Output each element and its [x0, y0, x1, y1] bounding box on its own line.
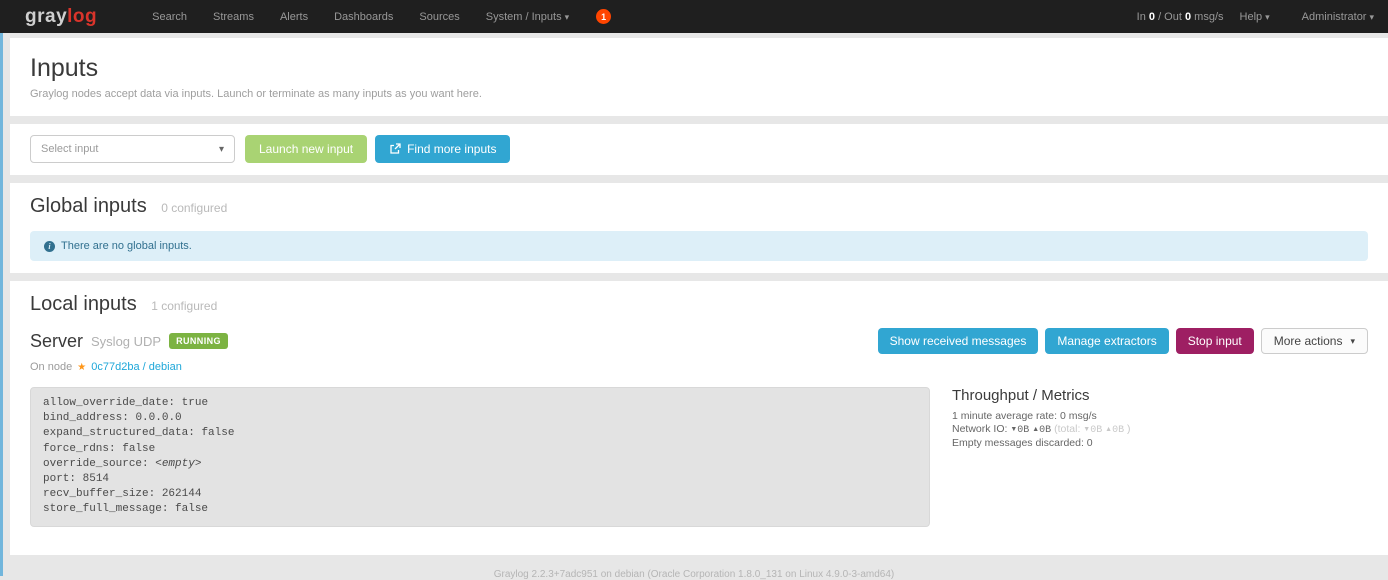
config-line: recv_buffer_size: 262144 [43, 487, 917, 502]
input-name: Server [30, 331, 83, 352]
star-icon: ★ [77, 362, 86, 373]
logo-text-log: log [67, 6, 97, 27]
more-actions-button[interactable]: More actions▾ [1261, 328, 1368, 354]
alert-text: There are no global inputs. [61, 240, 192, 252]
find-more-inputs-button[interactable]: Find more inputs [375, 135, 510, 163]
chevron-down-icon: ▾ [565, 12, 570, 22]
find-more-inputs-label: Find more inputs [407, 142, 496, 156]
nav-item-dashboards[interactable]: Dashboards [321, 11, 406, 23]
page-description: Graylog nodes accept data via inputs. La… [30, 88, 1368, 100]
top-navbar: graylog Search Streams Alerts Dashboards… [0, 0, 1388, 33]
nav-item-help[interactable]: Help▾ [1224, 11, 1286, 23]
input-type: Syslog UDP [91, 334, 161, 349]
total-down-value: 0B [1090, 425, 1102, 436]
input-launcher-card: Select input ▾ Launch new input Find mor… [10, 124, 1388, 175]
local-inputs-count: 1 configured [151, 299, 217, 313]
page-title: Inputs [30, 54, 1368, 83]
no-global-inputs-alert: i There are no global inputs. [30, 231, 1368, 261]
show-received-messages-button[interactable]: Show received messages [878, 328, 1039, 354]
content-area: Inputs Graylog nodes accept data via inp… [0, 38, 1388, 555]
chevron-down-icon: ▾ [1369, 12, 1374, 22]
network-up-value: 0B [1039, 425, 1051, 436]
page-header-card: Inputs Graylog nodes accept data via inp… [10, 38, 1388, 116]
manage-extractors-button[interactable]: Manage extractors [1045, 328, 1168, 354]
select-input-dropdown[interactable]: Select input ▾ [30, 135, 235, 163]
metric-average-rate: 1 minute average rate: 0 msg/s [952, 410, 1131, 423]
global-inputs-count: 0 configured [161, 201, 227, 215]
network-down-value: 0B [1017, 425, 1029, 436]
status-badge: RUNNING [169, 333, 228, 349]
config-line: expand_structured_data: false [43, 426, 917, 441]
left-edge-stripe [0, 33, 3, 576]
nav-menu: Search Streams Alerts Dashboards Sources… [139, 11, 582, 23]
input-action-buttons: Show received messages Manage extractors… [878, 328, 1368, 354]
launch-new-input-button[interactable]: Launch new input [245, 135, 367, 163]
config-line: override_source: <empty> [43, 457, 917, 472]
nav-item-search[interactable]: Search [139, 11, 200, 23]
input-row-header: Server Syslog UDP RUNNING Show received … [30, 328, 1368, 354]
input-details-row: allow_override_date: true bind_address: … [30, 387, 1368, 527]
logo-text-gray: gray [25, 6, 67, 27]
chevron-down-icon: ▾ [219, 144, 224, 155]
notification-badge[interactable]: 1 [596, 9, 611, 24]
config-line: store_full_message: false [43, 502, 917, 517]
nav-item-system-inputs[interactable]: System / Inputs▾ [473, 11, 582, 23]
select-input-placeholder: Select input [41, 143, 98, 155]
config-line: allow_override_date: true [43, 396, 917, 411]
local-inputs-title: Local inputs [30, 293, 137, 315]
info-icon: i [44, 241, 55, 252]
version-info: Graylog 2.2.3+7adc951 on debian (Oracle … [494, 569, 895, 580]
external-link-icon [389, 143, 401, 155]
network-io-total: (total: ▼0B ▲0B ) [1054, 423, 1130, 435]
global-inputs-card: Global inputs 0 configured i There are n… [10, 183, 1388, 273]
node-prefix: On node [30, 361, 72, 373]
stop-input-button[interactable]: Stop input [1176, 328, 1254, 354]
global-inputs-title: Global inputs [30, 195, 147, 217]
input-title-group: Server Syslog UDP RUNNING [30, 331, 228, 352]
total-up-value: 0B [1112, 425, 1124, 436]
metric-network-io: Network IO: ▼0B ▲0B (total: ▼0B ▲0B ) [952, 423, 1131, 438]
nav-item-streams[interactable]: Streams [200, 11, 267, 23]
config-line: force_rdns: false [43, 442, 917, 457]
metric-empty-discarded: Empty messages discarded: 0 [952, 437, 1131, 450]
chevron-down-icon: ▾ [1265, 12, 1270, 22]
chevron-down-icon: ▾ [1350, 336, 1355, 347]
throughput-indicator[interactable]: In 0 / Out 0 msg/s [1137, 11, 1224, 23]
throughput-metrics-panel: Throughput / Metrics 1 minute average ra… [952, 387, 1131, 450]
node-link[interactable]: 0c77d2ba / debian [91, 361, 182, 373]
node-line: On node ★ 0c77d2ba / debian [30, 361, 1368, 373]
config-line: bind_address: 0.0.0.0 [43, 411, 917, 426]
nav-item-user-menu[interactable]: Administrator▾ [1286, 11, 1380, 23]
local-inputs-card: Local inputs 1 configured Server Syslog … [10, 281, 1388, 555]
graylog-logo[interactable]: graylog [25, 7, 97, 26]
input-configuration-block: allow_override_date: true bind_address: … [30, 387, 930, 527]
config-line: port: 8514 [43, 472, 917, 487]
metrics-title: Throughput / Metrics [952, 387, 1131, 404]
nav-item-sources[interactable]: Sources [406, 11, 472, 23]
navbar-right: In 0 / Out 0 msg/s Help▾ Administrator▾ [1137, 11, 1380, 23]
nav-item-alerts[interactable]: Alerts [267, 11, 321, 23]
